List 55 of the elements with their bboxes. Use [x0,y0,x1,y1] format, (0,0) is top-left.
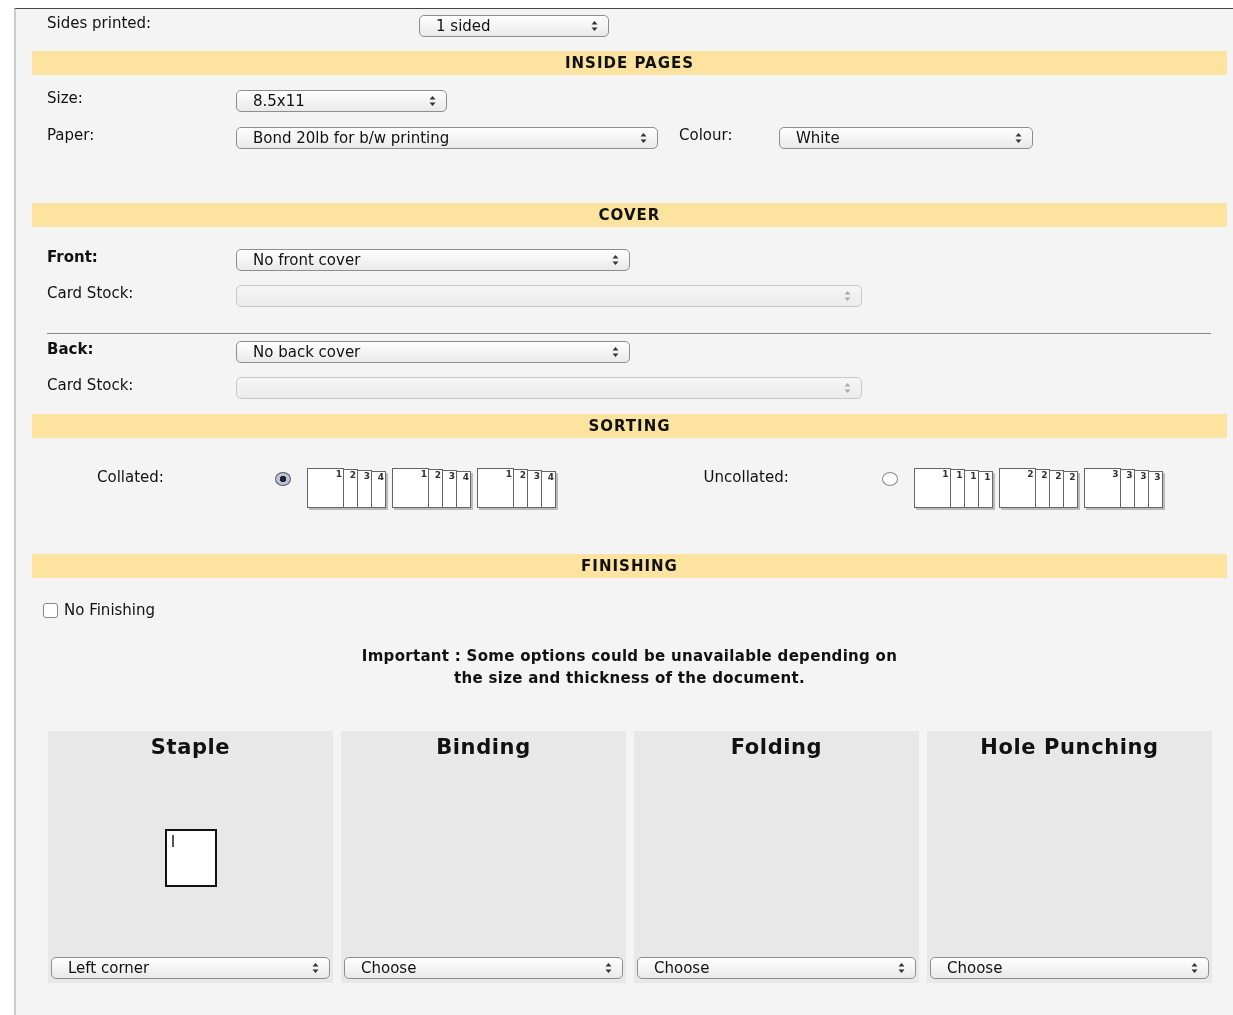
field-label: Card Stock: [47,375,135,394]
finishing-select[interactable]: Choose [344,957,623,979]
sides-select[interactable]: 1 sided [419,15,609,37]
stepper-arrows-icon [591,20,598,32]
field-label: Colour: [679,125,734,144]
page-sheet: 4 [541,471,556,508]
field-label: Card Stock: [47,283,135,302]
panel-title: Folding [730,735,823,759]
finishing-select[interactable]: Choose [637,957,916,979]
stepper-arrows-icon [640,132,647,144]
stepper-arrows-icon [612,346,619,358]
stepper-arrows-icon [898,962,905,974]
paper-select[interactable]: Bond 20lb for b/w printing [236,127,658,149]
finishing-select[interactable]: Left corner [51,957,330,979]
checkbox-label: No Finishing [64,601,156,619]
stepper-arrows-icon [429,95,436,107]
option-label: Uncollated: [703,468,790,486]
page-sheet: 1 [392,468,429,508]
page-sheet: 1 [913,468,951,508]
field-label: Sides printed: [47,13,153,32]
stepper-arrows-icon [612,254,619,266]
stepper-arrows-icon [844,382,851,394]
page-sheet: 4 [371,471,386,508]
field-label: Size: [47,88,84,107]
field-label: Front: [47,247,99,266]
stepper-arrows-icon [1015,132,1022,144]
section-header: FINISHING [32,554,1227,578]
panel-title: Hole Punching [980,735,1159,759]
size-select[interactable]: 8.5x11 [236,90,447,112]
colour-select[interactable]: White [779,127,1033,149]
stepper-arrows-icon [605,962,612,974]
cover-select[interactable]: No back cover [236,341,630,363]
option-label: Collated: [97,468,165,486]
radio-button[interactable] [275,472,291,486]
section-header: INSIDE PAGES [32,51,1227,75]
panel-title: Binding [436,735,531,759]
panel-title: Staple [150,735,231,759]
stepper-arrows-icon [844,290,851,302]
cover-select[interactable]: No front cover [236,249,630,271]
page-sheet: 4 [456,471,471,508]
stapled-page-icon [164,829,217,887]
page-sheet: 2 [998,468,1036,508]
field-label: Back: [47,339,95,358]
page-sheet: 1 [307,468,344,508]
page-sheet: 3 [1083,468,1121,508]
section-header: SORTING [32,414,1227,438]
checkbox[interactable] [43,602,58,618]
radio-button[interactable] [881,472,898,486]
stepper-arrows-icon [1191,962,1198,974]
field-label: Paper: [47,125,96,144]
notice-text: Important : Some options could be unavailable depending on the size and thickness of the document. [360,646,899,689]
stepper-arrows-icon [312,962,319,974]
page-sheet: 1 [477,468,514,508]
section-header: COVER [32,203,1227,227]
finishing-select[interactable]: Choose [930,957,1209,979]
